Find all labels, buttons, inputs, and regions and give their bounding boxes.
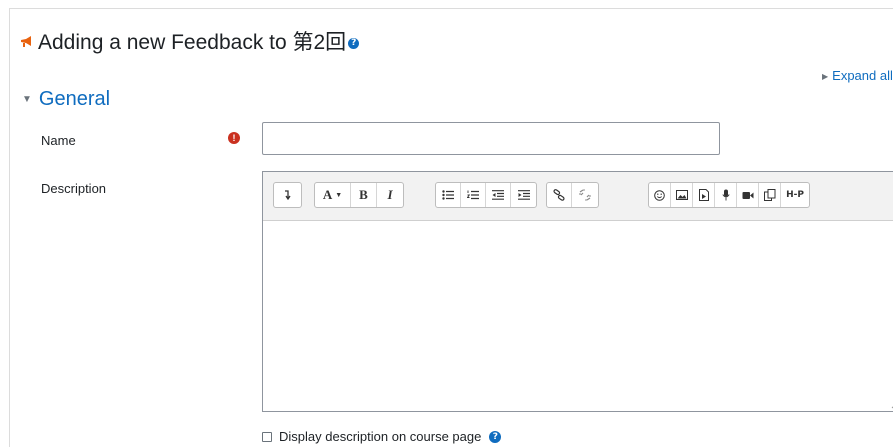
collapse-icon bbox=[284, 190, 291, 200]
font-style-button[interactable]: A ▼ bbox=[315, 183, 351, 207]
required-icon: ! bbox=[228, 132, 240, 144]
unlink-button[interactable] bbox=[572, 183, 598, 207]
caret-down-icon: ▼ bbox=[22, 94, 32, 105]
font-style-label: A bbox=[322, 187, 333, 202]
ordered-list-button[interactable] bbox=[461, 183, 486, 207]
manage-files-icon bbox=[763, 189, 775, 201]
caret-right-icon: ▶ bbox=[822, 72, 829, 81]
video-camera-icon bbox=[742, 191, 753, 199]
manage-files-button[interactable] bbox=[759, 183, 781, 207]
expand-all-label: Expand all bbox=[832, 68, 893, 83]
unordered-list-icon bbox=[442, 190, 454, 200]
h5p-button[interactable]: H-P bbox=[781, 183, 809, 207]
toolbar-group-insert: H-P bbox=[648, 182, 810, 208]
help-icon[interactable]: ? bbox=[489, 430, 502, 443]
description-label: Description bbox=[41, 181, 107, 196]
indent-button[interactable] bbox=[511, 183, 536, 207]
emoticon-icon bbox=[654, 189, 665, 201]
description-textarea[interactable] bbox=[263, 220, 893, 411]
image-icon bbox=[675, 190, 688, 200]
unlink-icon bbox=[579, 189, 591, 201]
outdent-button[interactable] bbox=[486, 183, 511, 207]
unordered-list-button[interactable] bbox=[436, 183, 461, 207]
microphone-icon bbox=[721, 189, 730, 201]
display-description-label[interactable]: Display description on course page bbox=[279, 429, 481, 444]
display-description-checkbox[interactable] bbox=[262, 431, 272, 442]
section-title: General bbox=[38, 88, 111, 110]
feedback-megaphone-icon bbox=[21, 36, 31, 47]
toolbar-group-style: A ▼ B I bbox=[314, 182, 404, 208]
editor-toolbar: A ▼ B I H-P bbox=[263, 172, 893, 221]
ordered-list-icon bbox=[467, 190, 479, 200]
emoticon-button[interactable] bbox=[649, 183, 671, 207]
italic-button[interactable]: I bbox=[377, 183, 403, 207]
page-heading: Adding a new Feedback to 第2回 ? bbox=[20, 26, 360, 56]
page-title: Adding a new Feedback to 第2回 bbox=[38, 31, 347, 54]
media-button[interactable] bbox=[693, 183, 715, 207]
help-icon[interactable]: ? bbox=[348, 38, 360, 49]
record-video-button[interactable] bbox=[737, 183, 759, 207]
indent-icon bbox=[517, 190, 530, 200]
link-button[interactable] bbox=[547, 183, 572, 207]
description-editor: A ▼ B I H-P bbox=[262, 171, 893, 412]
toolbar-group-links bbox=[546, 182, 599, 208]
bold-button[interactable]: B bbox=[351, 183, 377, 207]
media-icon bbox=[698, 189, 709, 201]
chevron-down-icon: ▼ bbox=[335, 191, 343, 199]
link-icon bbox=[553, 189, 565, 201]
toolbar-group-lists bbox=[435, 182, 537, 208]
name-label: Name bbox=[41, 133, 76, 148]
outdent-icon bbox=[492, 190, 504, 200]
collapse-toolbar-button[interactable] bbox=[274, 183, 301, 207]
display-description-row: Display description on course page ? bbox=[262, 429, 502, 444]
expand-all-link[interactable]: ▶ Expand all bbox=[822, 68, 893, 83]
section-general-toggle[interactable]: ▼ General bbox=[22, 88, 110, 111]
name-input[interactable] bbox=[262, 122, 720, 155]
toolbar-group-collapse bbox=[273, 182, 302, 208]
record-audio-button[interactable] bbox=[715, 183, 737, 207]
image-button[interactable] bbox=[671, 183, 693, 207]
